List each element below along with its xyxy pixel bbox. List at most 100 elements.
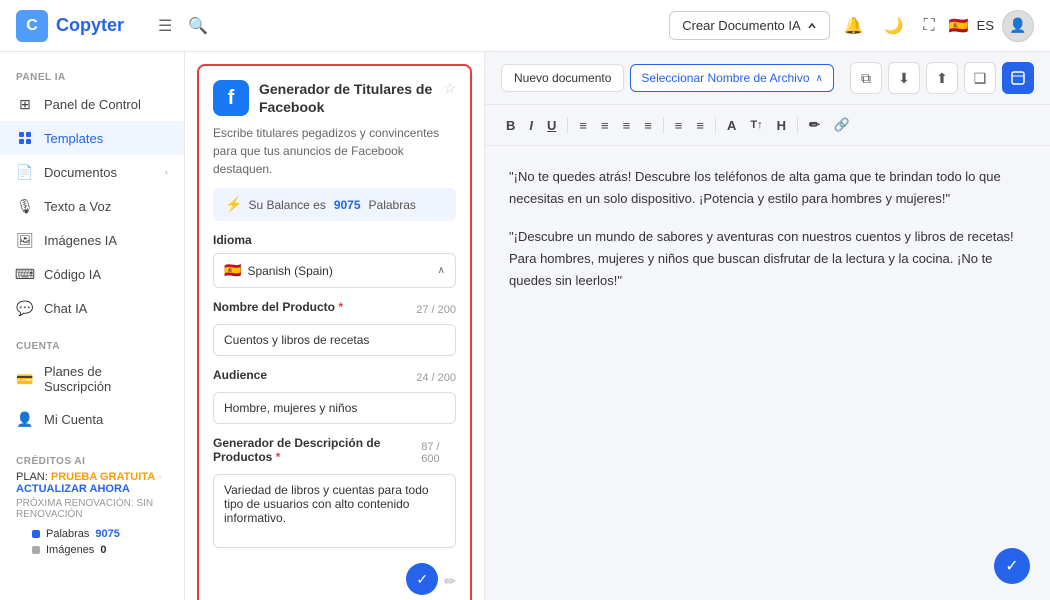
heading-button[interactable]: H [772, 114, 791, 137]
logo-name: Copyter [56, 15, 124, 36]
menu-toggle-button[interactable]: ☰ [152, 10, 178, 42]
sidebar-item-chat-ia[interactable]: 💬 Chat IA [0, 291, 184, 325]
download-icon-btn[interactable]: ⬇ [888, 62, 920, 94]
link-button[interactable]: 🔗 [829, 113, 855, 137]
nombre-producto-label: Nombre del Producto * [213, 300, 343, 314]
sidebar-item-codigo-ia[interactable]: ⌨ Código IA [0, 257, 184, 291]
sidebar-item-planes[interactable]: 💳 Planes de Suscripción [0, 356, 184, 402]
plan-upgrade-link[interactable]: ACTUALIZAR AHORA [16, 483, 130, 495]
left-panel: f Generador de Titulares de Facebook ☆ E… [185, 52, 485, 600]
balance-label: Su Balance es [248, 198, 325, 212]
align-right-button[interactable]: ≡ [618, 114, 636, 137]
edit-pencil-icon[interactable]: ✏ [444, 573, 456, 590]
facebook-icon: f [213, 80, 249, 116]
sidebar-label-planes: Planes de Suscripción [44, 364, 168, 394]
idioma-value: Spanish (Spain) [247, 264, 332, 278]
active-view-btn[interactable] [1002, 62, 1034, 94]
align-left-button[interactable]: ≡ [574, 114, 592, 137]
dark-mode-button[interactable]: 🌙 [878, 10, 910, 42]
sidebar-item-texto-voz[interactable]: 🎙 Texto a Voz [0, 189, 184, 223]
chevron-up-select-icon: ∧ [438, 265, 445, 276]
format-divider-3 [715, 117, 716, 133]
imagenes-count: 0 [100, 544, 106, 556]
bottom-check-area: ✓ [994, 548, 1030, 584]
logo-area: C Copyter [16, 10, 124, 42]
idioma-label: Idioma [213, 233, 456, 247]
copy-icon-btn[interactable]: ⧉ [850, 62, 882, 94]
imagenes-dot [32, 546, 40, 554]
audience-header: Audience 24 / 200 [213, 368, 456, 388]
sidebar-item-documentos[interactable]: 📄 Documentos › [0, 155, 184, 189]
search-button[interactable]: 🔍 [182, 10, 214, 42]
sidebar-item-mi-cuenta[interactable]: 👤 Mi Cuenta [0, 402, 184, 436]
sidebar-item-templates[interactable]: Templates [0, 121, 184, 155]
top-bar: C Copyter ☰ 🔍 Crear Documento IA 🔔 🌙 ⛶ 🇪… [0, 0, 1050, 52]
descripcion-textarea[interactable]: Variedad de libros y cuentas para todo t… [213, 474, 456, 548]
account-icon: 👤 [16, 410, 34, 428]
view-icon [1011, 71, 1025, 85]
audience-counter: 24 / 200 [416, 372, 456, 384]
ordered-list-button[interactable]: ≡ [691, 114, 709, 137]
align-justify-button[interactable]: ≡ [639, 114, 657, 137]
sidebar-label-mi-cuenta: Mi Cuenta [44, 412, 103, 427]
editor-content[interactable]: "¡No te quedes atrás! Descubre los teléf… [485, 146, 1050, 600]
confirm-button[interactable]: ✓ [406, 563, 438, 595]
palabras-count: 9075 [95, 528, 119, 540]
card-description: Escribe titulares pegadizos y convincent… [213, 124, 456, 178]
share-icon-btn[interactable]: ⬆ [926, 62, 958, 94]
nuevo-documento-tab[interactable]: Nuevo documento [501, 64, 624, 92]
descripcion-counter: 87 / 600 [421, 441, 456, 465]
duplicate-icon-btn[interactable]: ❑ [964, 62, 996, 94]
sidebar-item-imagenes-ia[interactable]: 🖼 Imágenes IA [0, 223, 184, 257]
document-icon: 📄 [16, 163, 34, 181]
desc-required-marker: * [276, 450, 281, 464]
chevron-right-icon: › [165, 167, 168, 178]
audience-input[interactable] [213, 392, 456, 424]
font-size-up-button[interactable]: T↑ [745, 115, 767, 135]
plan-free-link[interactable]: PRUEBA GRATUITA [51, 471, 155, 483]
creditos-title: CRÉDITOS AI [16, 456, 168, 467]
expand-button[interactable]: ⛶ [918, 11, 941, 41]
imagenes-credit-row: Imágenes 0 [16, 542, 168, 558]
bottom-confirm-button[interactable]: ✓ [994, 548, 1030, 584]
format-divider-2 [663, 117, 664, 133]
palabras-label: Palabras [46, 528, 89, 540]
notifications-button[interactable]: 🔔 [838, 10, 870, 42]
user-avatar[interactable]: 👤 [1002, 10, 1034, 42]
idioma-field: Idioma 🇪🇸 Spanish (Spain) ∧ [213, 233, 456, 288]
plan-label: PLAN: [16, 471, 48, 483]
font-color-button[interactable]: A [722, 114, 741, 137]
descripcion-label: Generador de Descripción de Productos * [213, 436, 421, 464]
audience-label: Audience [213, 368, 267, 382]
list-button[interactable]: ≡ [670, 114, 688, 137]
template-card: f Generador de Titulares de Facebook ☆ E… [197, 64, 472, 600]
favorite-star-icon[interactable]: ☆ [443, 80, 456, 97]
bolt-icon: ⚡ [225, 196, 242, 213]
sidebar-label-documentos: Documentos [44, 165, 117, 180]
format-bar: B I U ≡ ≡ ≡ ≡ ≡ ≡ A T↑ H ✏ [485, 105, 1050, 146]
underline-button[interactable]: U [542, 114, 561, 137]
nombre-producto-header: Nombre del Producto * 27 / 200 [213, 300, 456, 320]
plans-icon: 💳 [16, 370, 34, 388]
sidebar-label-codigo-ia: Código IA [44, 267, 101, 282]
audience-field: Audience 24 / 200 [213, 368, 456, 424]
descripcion-header: Generador de Descripción de Productos * … [213, 436, 456, 470]
sidebar-item-panel-control[interactable]: ⊞ Panel de Control [0, 87, 184, 121]
crear-documento-button[interactable]: Crear Documento IA [669, 11, 830, 40]
format-divider-4 [797, 117, 798, 133]
card-title-area: Generador de Titulares de Facebook [259, 80, 433, 116]
nombre-producto-input[interactable] [213, 324, 456, 356]
nombre-producto-field: Nombre del Producto * 27 / 200 [213, 300, 456, 356]
balance-value: 9075 [334, 198, 361, 212]
palabras-credit-row: Palabras 9075 [16, 526, 168, 542]
idioma-select[interactable]: 🇪🇸 Spanish (Spain) ∧ [213, 253, 456, 288]
align-center-button[interactable]: ≡ [596, 114, 614, 137]
seleccionar-archivo-select[interactable]: Seleccionar Nombre de Archivo ∧ [630, 64, 833, 92]
code-icon: ⌨ [16, 265, 34, 283]
creditos-section: CRÉDITOS AI PLAN: PRUEBA GRATUITA - ACTU… [0, 448, 184, 566]
cuenta-title: CUENTA [0, 333, 184, 356]
sidebar-label-panel-control: Panel de Control [44, 97, 141, 112]
pen-button[interactable]: ✏ [804, 113, 825, 137]
italic-button[interactable]: I [524, 114, 538, 137]
bold-button[interactable]: B [501, 114, 520, 137]
